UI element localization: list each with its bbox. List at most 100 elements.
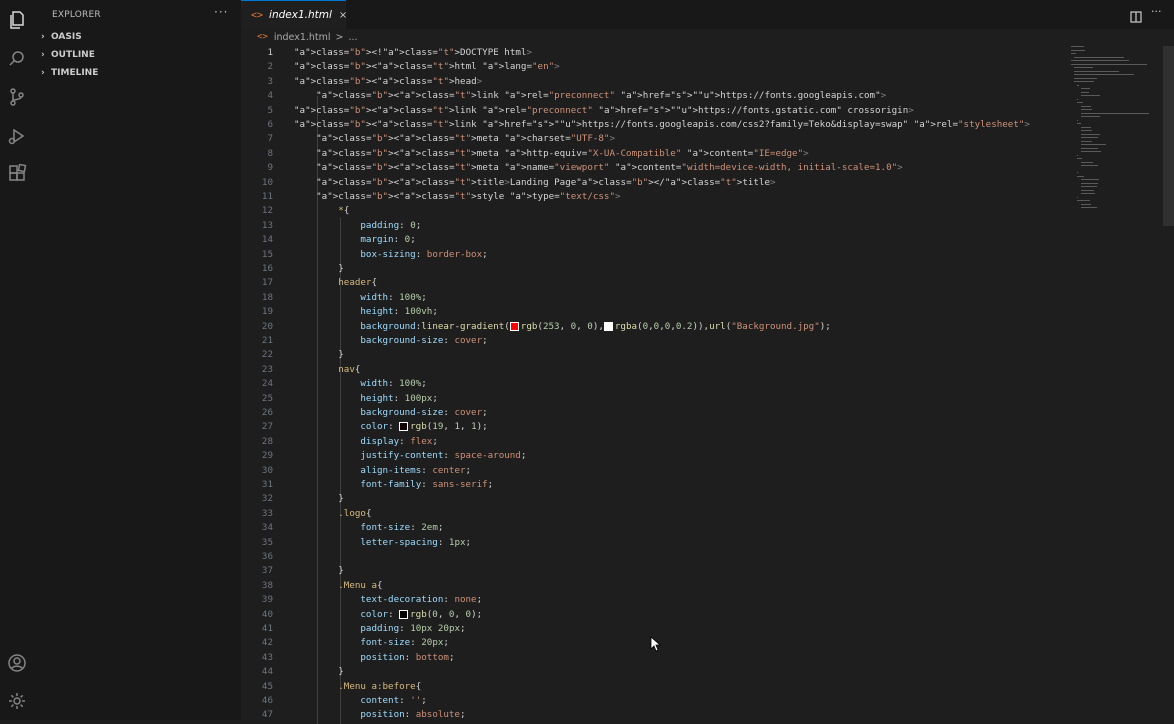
minimap-line [1077, 175, 1085, 177]
code-text: color: rgb(19, 1, 1); [360, 421, 488, 433]
code-line[interactable]: 20 background:linear-gradient(rgb(253, 0… [241, 320, 1061, 334]
close-icon[interactable]: × [339, 10, 347, 21]
code-line[interactable]: 35 letter-spacing: 1px; [241, 536, 1061, 550]
code-line[interactable]: 25 height: 100px; [241, 392, 1061, 406]
line-number: 30 [261, 464, 273, 476]
code-line[interactable]: 6 "a">class="b"><"a">class="t">link "a">h… [241, 118, 1061, 132]
extensions-icon[interactable] [5, 162, 29, 186]
line-number: 13 [261, 219, 273, 231]
section-outline[interactable]: › OUTLINE [41, 47, 95, 63]
code-line[interactable]: 31 font-family: sans-serif; [241, 478, 1061, 492]
mouse-cursor-icon [650, 636, 662, 652]
code-line[interactable]: 45 .Menu a:before{ [241, 680, 1061, 694]
code-line[interactable]: 5 "a">class="b"><"a">class="t">link "a">r… [241, 104, 1061, 118]
line-number: 23 [261, 363, 273, 375]
breadcrumb-more[interactable]: ... [349, 32, 358, 43]
code-line[interactable]: 22 } [241, 348, 1061, 362]
breadcrumb-file[interactable]: index1.html [274, 32, 331, 43]
code-line[interactable]: 2 "a">class="b"><"a">class="t">html "a">l… [241, 60, 1061, 74]
code-line[interactable]: 11 "a">class="b"><"a">class="t">style "a… [241, 190, 1061, 204]
code-text: "a">class="b"><"a">class="t">style "a">t… [316, 191, 621, 202]
code-line[interactable]: 33 .logo{ [241, 507, 1061, 521]
more-actions-icon[interactable]: ··· [214, 5, 228, 19]
settings-gear-icon[interactable] [5, 689, 29, 713]
code-line[interactable]: 46 content: ''; [241, 694, 1061, 708]
minimap-line [1080, 203, 1091, 205]
code-line[interactable]: 30 align-items: center; [241, 464, 1061, 478]
section-timeline[interactable]: › TIMELINE [41, 65, 98, 81]
minimap-line [1080, 140, 1093, 142]
code-line[interactable]: 3 "a">class="b"><"a">class="t">head> [241, 75, 1061, 89]
split-editor-icon[interactable] [1130, 8, 1144, 23]
minimap-line [1074, 74, 1134, 76]
code-line[interactable]: 39 text-decoration: none; [241, 593, 1061, 607]
minimap[interactable] [1071, 46, 1163, 286]
line-number: 35 [261, 536, 273, 548]
code-text: } [294, 565, 344, 577]
explorer-icon[interactable] [5, 8, 29, 32]
code-line[interactable]: 13 padding: 0; [241, 219, 1061, 233]
vertical-scrollbar[interactable] [1163, 46, 1174, 226]
minimap-line [1080, 130, 1093, 132]
code-text: font-size: 20px; [360, 637, 449, 649]
code-line[interactable]: 29 justify-content: space-around; [241, 449, 1061, 463]
source-control-icon[interactable] [5, 85, 29, 109]
code-line[interactable]: 36 [241, 550, 1061, 564]
minimap-line [1077, 84, 1080, 86]
run-debug-icon[interactable] [5, 124, 29, 148]
minimap-line [1071, 49, 1085, 51]
chevron-right-icon: › [41, 68, 45, 78]
minimap-line [1080, 112, 1150, 114]
code-line[interactable]: 12 *{ [241, 204, 1061, 218]
code-line[interactable]: 28 display: flex; [241, 435, 1061, 449]
code-line[interactable]: 1 "a">class="b"><!"a">class="t">DOCTYPE h… [241, 46, 1061, 60]
line-number: 41 [261, 623, 273, 634]
code-line[interactable]: 34 font-size: 2em; [241, 521, 1061, 535]
minimap-line [1080, 91, 1090, 93]
minimap-line [1080, 189, 1095, 191]
code-text: background-size: cover; [360, 335, 488, 346]
code-line[interactable]: 40 color: rgb(0, 0, 0); [241, 608, 1061, 622]
search-icon[interactable] [5, 47, 29, 71]
code-line[interactable]: 18 width: 100%; [241, 291, 1061, 305]
code-line[interactable]: 17 header{ [241, 276, 1061, 290]
minimap-line [1077, 102, 1084, 104]
code-line[interactable]: 47 position: absolute; [241, 708, 1061, 722]
code-line[interactable]: 10 "a">class="b"><"a">class="t">title>La… [241, 176, 1061, 190]
code-line[interactable]: 32 } [241, 492, 1061, 506]
code-text: .Menu a{ [338, 579, 383, 591]
code-line[interactable]: 27 color: rgb(19, 1, 1); [241, 420, 1061, 434]
code-line[interactable]: 41 padding: 10px 20px; [241, 622, 1061, 636]
code-line[interactable]: 16 } [241, 262, 1061, 276]
more-actions-icon[interactable]: ··· [1151, 5, 1165, 19]
code-line[interactable]: 15 box-sizing: border-box; [241, 248, 1061, 262]
code-line[interactable]: 19 height: 100vh; [241, 305, 1061, 319]
code-line[interactable]: 26 background-size: cover; [241, 406, 1061, 420]
code-text: } [294, 263, 344, 274]
section-oasis[interactable]: › OASIS [41, 29, 82, 45]
code-line[interactable]: 37 } [241, 564, 1061, 578]
code-line[interactable]: 7 "a">class="b"><"a">class="t">meta "a">… [241, 132, 1061, 146]
breadcrumb: <> index1.html > ... [241, 29, 1174, 45]
minimap-line [1080, 95, 1101, 97]
code-line[interactable]: 23 nav{ [241, 363, 1061, 377]
code-line[interactable]: 43 position: bottom; [241, 651, 1061, 665]
code-text: nav{ [338, 363, 361, 375]
minimap-line [1077, 98, 1079, 100]
code-text: background:linear-gradient(rgb(253, 0, 0… [360, 320, 831, 332]
chevron-right-icon: › [41, 50, 45, 60]
code-line[interactable]: 14 margin: 0; [241, 233, 1061, 247]
account-icon[interactable] [5, 651, 29, 675]
code-line[interactable]: 38 .Menu a{ [241, 579, 1061, 593]
minimap-line [1080, 186, 1097, 188]
code-line[interactable]: 44 } [241, 665, 1061, 679]
code-line[interactable]: 8 "a">class="b"><"a">class="t">meta "a">… [241, 147, 1061, 161]
code-editor[interactable]: 1 "a">class="b"><!"a">class="t">DOCTYPE h… [241, 46, 1061, 724]
code-text: "a">class="b"><"a">class="t">meta "a">na… [316, 162, 903, 174]
code-line[interactable]: 4 "a">class="b"><"a">class="t">link "a">… [241, 89, 1061, 103]
tab-index1-html[interactable]: <> index1.html × [241, 0, 347, 29]
code-line[interactable]: 9 "a">class="b"><"a">class="t">meta "a">… [241, 161, 1061, 175]
code-text: text-decoration: none; [360, 594, 483, 606]
code-line[interactable]: 24 width: 100%; [241, 377, 1061, 391]
code-line[interactable]: 21 background-size: cover; [241, 334, 1061, 348]
